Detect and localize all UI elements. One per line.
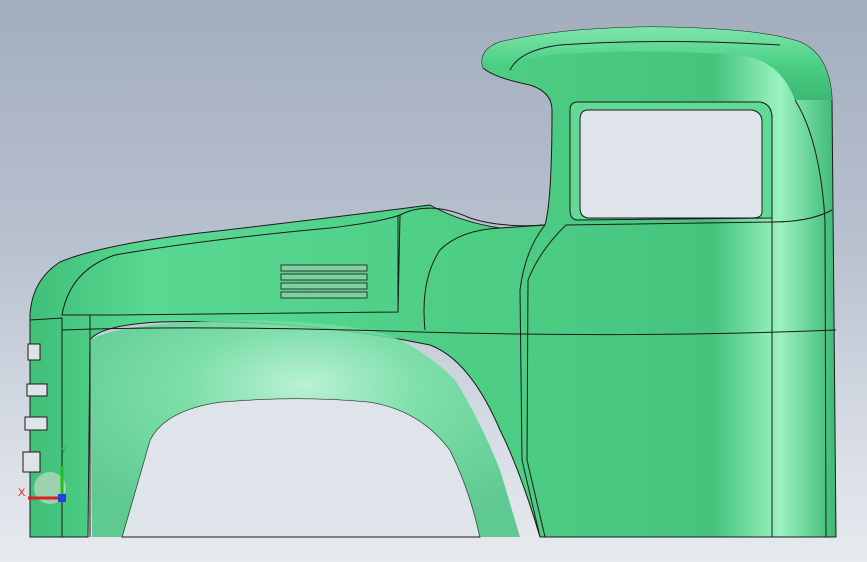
x-axis-label: X — [18, 487, 26, 499]
3d-viewport[interactable]: X Y — [0, 0, 867, 562]
coordinate-triad: X Y — [18, 445, 68, 504]
cab-window-glass — [579, 109, 763, 219]
y-axis-label: Y — [60, 445, 68, 457]
z-axis — [58, 494, 66, 502]
truck-cab-model[interactable] — [0, 0, 867, 562]
